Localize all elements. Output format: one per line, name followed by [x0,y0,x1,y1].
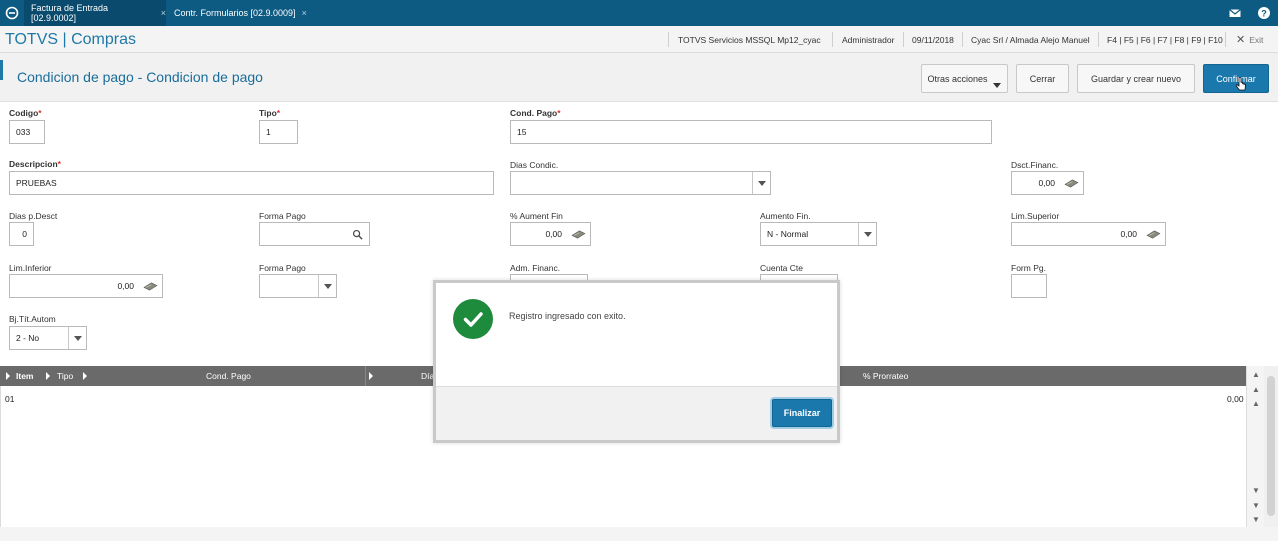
finish-button[interactable]: Finalizar [772,399,832,427]
finish-label: Finalizar [783,408,821,418]
check-circle-icon [453,299,493,339]
dialog-message: Registro ingresado con exito. [509,311,626,321]
success-dialog: Registro ingresado con exito. Finalizar [433,280,840,443]
app-window: Factura de Entrada [02.9.0002] × Contr. … [0,0,1278,541]
modal-overlay [0,0,1278,541]
dialog-footer: Finalizar [436,386,837,440]
